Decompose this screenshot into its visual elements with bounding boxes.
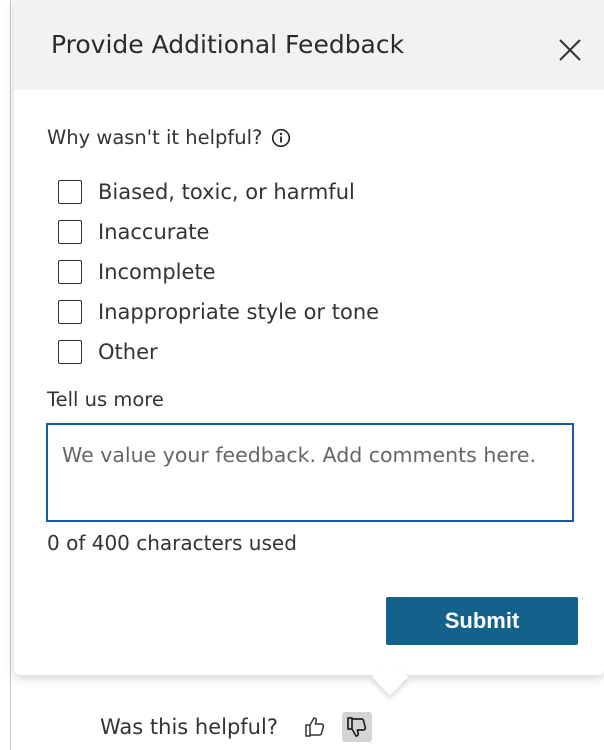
close-button[interactable] bbox=[554, 34, 586, 66]
info-icon[interactable] bbox=[271, 128, 291, 148]
close-icon bbox=[559, 39, 581, 61]
option-inaccurate[interactable]: Inaccurate bbox=[58, 212, 379, 252]
option-label: Biased, toxic, or harmful bbox=[98, 180, 355, 204]
question-label: Why wasn't it helpful? bbox=[47, 126, 263, 149]
frame-border bbox=[10, 0, 11, 750]
dialog-title: Provide Additional Feedback bbox=[51, 30, 405, 59]
checkbox[interactable] bbox=[58, 180, 82, 204]
submit-button[interactable]: Submit bbox=[386, 597, 578, 645]
thumbs-down-button[interactable] bbox=[341, 712, 372, 742]
checkbox[interactable] bbox=[58, 300, 82, 324]
option-label: Inaccurate bbox=[98, 220, 210, 244]
helpful-label: Was this helpful? bbox=[100, 715, 278, 739]
dialog-header: Provide Additional Feedback bbox=[14, 0, 604, 90]
helpful-footer: Was this helpful? bbox=[100, 712, 372, 742]
option-incomplete[interactable]: Incomplete bbox=[58, 252, 379, 292]
thumbs-up-button[interactable] bbox=[300, 712, 330, 742]
character-counter: 0 of 400 characters used bbox=[47, 531, 297, 555]
feedback-dialog: Provide Additional Feedback Why wasn't i… bbox=[14, 0, 604, 675]
comment-label: Tell us more bbox=[47, 388, 164, 411]
option-label: Other bbox=[98, 340, 158, 364]
checkbox[interactable] bbox=[58, 220, 82, 244]
checkbox[interactable] bbox=[58, 260, 82, 284]
reason-options: Biased, toxic, or harmful Inaccurate Inc… bbox=[58, 172, 379, 372]
option-other[interactable]: Other bbox=[58, 332, 379, 372]
thumbs-up-icon bbox=[305, 717, 325, 737]
question-row: Why wasn't it helpful? bbox=[47, 126, 291, 149]
comment-field[interactable] bbox=[46, 423, 574, 522]
option-biased[interactable]: Biased, toxic, or harmful bbox=[58, 172, 379, 212]
thumbs-down-icon bbox=[347, 717, 367, 737]
checkbox[interactable] bbox=[58, 340, 82, 364]
option-label: Incomplete bbox=[98, 260, 216, 284]
option-label: Inappropriate style or tone bbox=[98, 300, 380, 324]
option-inappropriate-style[interactable]: Inappropriate style or tone bbox=[58, 292, 379, 332]
